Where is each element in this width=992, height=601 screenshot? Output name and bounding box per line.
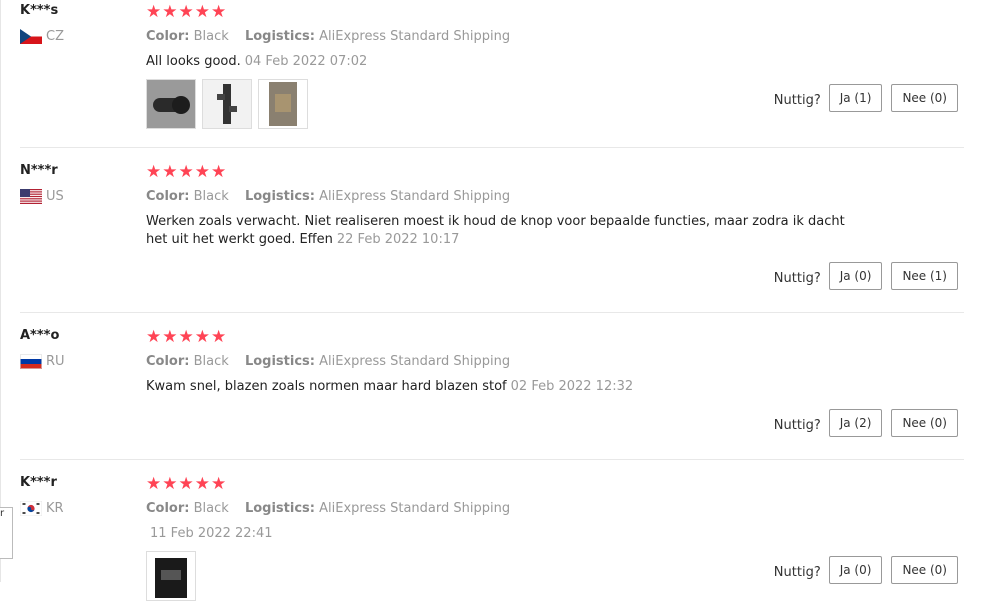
country-code: KR: [46, 500, 64, 516]
review-meta: Color: Black Logistics: AliExpress Stand…: [146, 29, 946, 45]
reviewer-country: US: [20, 187, 64, 205]
review-photo-thumbnail[interactable]: [146, 551, 196, 601]
review-body: Werken zoals verwacht. Niet realiseren m…: [146, 214, 845, 247]
review-text: 11 Feb 2022 22:41: [146, 525, 866, 543]
reviewer-name: N***r: [20, 163, 58, 178]
review-body: All looks good.: [146, 54, 241, 69]
reviewer-name: K***s: [20, 3, 59, 18]
helpful-no-button[interactable]: Nee (0): [891, 84, 958, 112]
review-meta: Color: Black Logistics: AliExpress Stand…: [146, 189, 946, 205]
review-date: 11 Feb 2022 22:41: [150, 526, 273, 541]
review-divider: [20, 147, 964, 148]
review-date: 02 Feb 2022 12:32: [510, 379, 634, 394]
star-rating: ★★★★★: [146, 327, 228, 347]
photo-image: [203, 80, 251, 128]
review-meta: Color: Black Logistics: AliExpress Stand…: [146, 501, 946, 517]
reviewer-country: RU: [20, 352, 65, 370]
reviewer-country: KR: [20, 499, 64, 517]
helpful-vote: Nuttig? Ja (0) Nee (1): [774, 262, 958, 290]
logistics-key: Logistics:: [244, 29, 315, 44]
logistics-key: Logistics:: [244, 354, 315, 369]
helpful-label: Nuttig?: [773, 564, 821, 580]
reviewer-country: CZ: [20, 27, 64, 45]
review-body: Kwam snel, blazen zoals normen maar hard…: [146, 379, 507, 394]
star-rating: ★★★★★: [146, 162, 228, 182]
review-meta: Color: Black Logistics: AliExpress Stand…: [146, 354, 946, 370]
color-value: Black: [193, 501, 229, 516]
review-divider: [20, 312, 964, 313]
color-value: Black: [193, 29, 229, 44]
star-rating: ★★★★★: [146, 474, 228, 494]
review-text: Werken zoals verwacht. Niet realiseren m…: [146, 213, 866, 249]
color-key: Color:: [146, 189, 190, 204]
color-key: Color:: [146, 29, 190, 44]
helpful-yes-button[interactable]: Ja (2): [828, 409, 883, 437]
color-key: Color:: [146, 354, 190, 369]
country-code: RU: [46, 353, 65, 369]
country-code: US: [46, 188, 64, 204]
page-left-border: [0, 0, 1, 582]
side-feedback-tab[interactable]: r: [0, 507, 13, 559]
helpful-vote: Nuttig? Ja (2) Nee (0): [774, 409, 958, 437]
color-key: Color:: [146, 501, 190, 516]
logistics-key: Logistics:: [244, 189, 315, 204]
review-text: All looks good. 04 Feb 2022 07:02: [146, 53, 866, 71]
photo-image: [259, 80, 307, 128]
helpful-label: Nuttig?: [773, 92, 821, 108]
review-date: 04 Feb 2022 07:02: [244, 54, 368, 69]
helpful-label: Nuttig?: [773, 417, 821, 433]
star-rating: ★★★★★: [146, 2, 228, 22]
review-photo-thumbnail[interactable]: [258, 79, 308, 129]
color-value: Black: [193, 189, 229, 204]
helpful-no-button[interactable]: Nee (0): [891, 409, 958, 437]
south-korea-flag-icon: [20, 500, 42, 516]
reviewer-name: A***o: [20, 328, 60, 343]
reviewer-name: K***r: [20, 475, 57, 490]
logistics-value: AliExpress Standard Shipping: [319, 189, 511, 204]
logistics-key: Logistics:: [244, 501, 315, 516]
review-photo-thumbnail[interactable]: [146, 79, 196, 129]
review-date: 22 Feb 2022 10:17: [336, 232, 460, 247]
photo-image: [147, 552, 195, 600]
logistics-value: AliExpress Standard Shipping: [319, 501, 511, 516]
logistics-value: AliExpress Standard Shipping: [319, 354, 511, 369]
review-photo-thumbnail[interactable]: [202, 79, 252, 129]
helpful-yes-button[interactable]: Ja (0): [828, 262, 883, 290]
helpful-label: Nuttig?: [773, 270, 821, 286]
color-value: Black: [193, 354, 229, 369]
helpful-no-button[interactable]: Nee (1): [891, 262, 958, 290]
russia-flag-icon: [20, 353, 42, 369]
logistics-value: AliExpress Standard Shipping: [319, 29, 511, 44]
helpful-yes-button[interactable]: Ja (1): [828, 84, 883, 112]
review-text: Kwam snel, blazen zoals normen maar hard…: [146, 378, 866, 396]
helpful-no-button[interactable]: Nee (0): [891, 556, 958, 584]
helpful-vote: Nuttig? Ja (0) Nee (0): [774, 556, 958, 584]
photo-image: [147, 80, 195, 128]
helpful-yes-button[interactable]: Ja (0): [828, 556, 883, 584]
review-divider: [20, 459, 964, 460]
czech-flag-icon: [20, 28, 42, 44]
helpful-vote: Nuttig? Ja (1) Nee (0): [774, 84, 958, 112]
usa-flag-icon: [20, 188, 42, 204]
country-code: CZ: [46, 28, 64, 44]
